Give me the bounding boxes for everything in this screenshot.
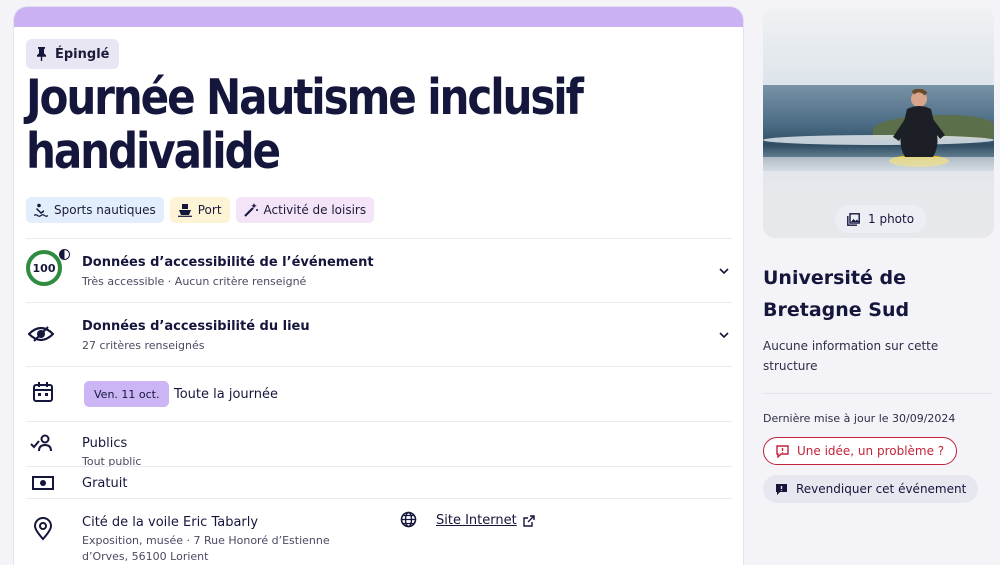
map-pin-icon bbox=[33, 517, 53, 541]
price-row: Gratuit bbox=[26, 466, 732, 498]
users-check-icon bbox=[30, 434, 52, 452]
location-row: Cité de la voile Eric Tabarly Exposition… bbox=[26, 498, 732, 565]
divider bbox=[763, 393, 993, 394]
external-link-icon bbox=[523, 514, 535, 527]
pinned-badge: Épinglé bbox=[26, 39, 120, 69]
accessibility-event-row[interactable]: 100 Données d’accessibilité de l’événeme… bbox=[26, 238, 732, 302]
photo-count-button[interactable]: 1 photo bbox=[835, 205, 927, 233]
time-label: Toute la journée bbox=[174, 387, 279, 402]
date-row: Ven. 11 oct. Toute la journée bbox=[26, 366, 732, 421]
audience-title: Publics bbox=[82, 436, 128, 451]
date-badge: Ven. 11 oct. bbox=[84, 381, 170, 407]
pinned-label: Épinglé bbox=[55, 46, 110, 62]
chevron-down-icon[interactable] bbox=[718, 329, 730, 341]
organizer-info: Aucune information sur cette structure bbox=[763, 339, 939, 373]
audience-row: Publics Tout public bbox=[26, 421, 732, 468]
globe-icon bbox=[400, 511, 417, 528]
pin-icon bbox=[37, 47, 46, 61]
event-photo[interactable]: 1 photo bbox=[763, 7, 994, 238]
accessibility-place-subtitle: 27 critères renseignés bbox=[82, 339, 205, 352]
accessibility-place-row[interactable]: Données d’accessibilité du lieu 27 critè… bbox=[26, 302, 732, 366]
location-address-line2: d’Orves, 56100 Lorient bbox=[82, 550, 209, 563]
website-link[interactable]: Site Internet bbox=[436, 513, 535, 528]
swimmer-icon bbox=[34, 203, 48, 217]
tag-leisure[interactable]: Activité de loisirs bbox=[235, 197, 375, 223]
tag-water-sports[interactable]: Sports nautiques bbox=[26, 197, 164, 223]
report-problem-button[interactable]: Une idée, un problème ? bbox=[763, 437, 958, 465]
price-value: Gratuit bbox=[82, 476, 128, 491]
calendar-icon bbox=[33, 382, 53, 402]
ship-icon bbox=[177, 204, 192, 217]
location-address-line1: Exposition, musée · 7 Rue Honoré d’Estie… bbox=[82, 534, 330, 547]
accessibility-event-title: Données d’accessibilité de l’événement bbox=[82, 255, 374, 270]
chevron-down-icon[interactable] bbox=[718, 265, 730, 277]
magic-wand-icon bbox=[243, 203, 258, 217]
accessibility-place-title: Données d’accessibilité du lieu bbox=[82, 319, 310, 334]
tag-port[interactable]: Port bbox=[169, 197, 230, 223]
contrast-icon bbox=[59, 249, 70, 260]
claim-event-button[interactable]: Revendiquer cet événement bbox=[763, 475, 979, 503]
accessibility-event-subtitle: Très accessible · Aucun critère renseign… bbox=[82, 275, 307, 288]
organizer-name[interactable]: Université de Bretagne Sud bbox=[763, 262, 993, 326]
comment-icon bbox=[776, 483, 787, 495]
event-card: Épinglé Journée Nautisme inclusif handiv… bbox=[13, 6, 744, 565]
eye-accessibility-icon bbox=[28, 326, 54, 342]
page-title: Journée Nautisme inclusif handivalide bbox=[26, 69, 584, 180]
accessibility-score: 100 bbox=[26, 250, 62, 286]
last-updated: Dernière mise à jour le 30/09/2024 bbox=[763, 412, 956, 425]
comment-alert-icon bbox=[776, 444, 789, 458]
image-gallery-icon bbox=[847, 212, 860, 226]
tag-list: Sports nautiques Port Activité de loisir… bbox=[26, 197, 375, 223]
money-icon bbox=[32, 476, 54, 490]
card-accent-bar bbox=[14, 7, 743, 27]
location-name: Cité de la voile Eric Tabarly bbox=[82, 515, 259, 530]
